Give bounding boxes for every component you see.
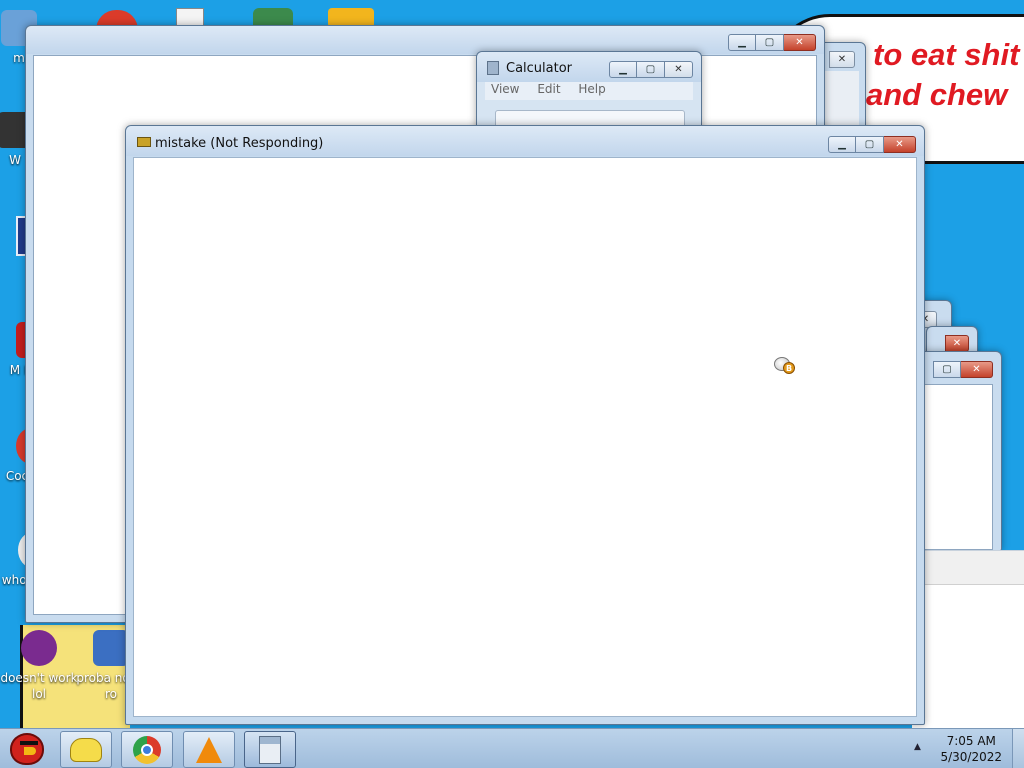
close-button[interactable]: ✕ [829,51,855,68]
mistake-window[interactable]: mistake (Not Responding) ▁ ▢ ✕ [125,125,925,725]
taskbar-folder-button[interactable] [60,731,112,768]
close-button[interactable]: ✕ [784,34,816,51]
folder-chick-icon [70,737,102,762]
window-title: mistake (Not Responding) [155,136,324,151]
desktop-icon-label: doesn't work lol [0,671,78,701]
monitor-settings-icon [93,630,129,666]
window-client-area [921,384,993,550]
close-button[interactable]: ✕ [961,361,993,378]
taskbar-chrome-button[interactable] [121,731,173,768]
maximize-button[interactable]: ▢ [856,136,884,153]
angry-bird-icon [10,733,44,765]
window-title: Calculator [506,61,573,76]
speech-bubble-line1: to eat shit [873,37,1020,72]
panel-toolbar [912,551,1024,585]
taskbar-vlc-button[interactable] [183,731,235,768]
chrome-icon [133,735,161,764]
background-window-stack-3[interactable]: ▢ ✕ [912,351,1002,551]
desktop-icon-label: m [13,51,25,65]
start-button[interactable] [4,729,50,768]
show-desktop-button[interactable] [1012,729,1024,768]
menu-edit[interactable]: Edit [537,82,560,96]
minimize-button[interactable]: ▁ [728,34,756,51]
system-clock[interactable]: 7:05 AM 5/30/2022 [940,733,1002,765]
calculator-menubar: View Edit Help [485,82,693,100]
yahoo-messenger-icon [21,630,57,666]
close-button[interactable]: ✕ [945,335,969,352]
taskbar-calculator-button[interactable] [244,731,296,768]
desktop-icon-yahoo-messenger[interactable]: doesn't work lol [0,630,78,702]
window-titlebar[interactable]: Calculator ▁ ▢ ✕ [477,52,701,82]
calculator-icon [259,735,281,764]
close-button[interactable]: ✕ [665,61,693,78]
window-titlebar[interactable]: ▁ ▢ ✕ [26,26,824,54]
window-client-area [133,157,917,717]
speech-bubble-line2: and chew [866,77,1008,112]
clock-time: 7:05 AM [946,734,996,748]
maximize-button[interactable]: ▢ [637,61,665,78]
minimize-button[interactable]: ▁ [828,136,856,153]
app-icon [137,137,151,147]
minimize-button[interactable]: ▁ [609,61,637,78]
desktop-icon-label: W [9,153,21,167]
taskbar: ▲ 7:05 AM 5/30/2022 [0,728,1024,768]
busy-cursor-icon: B [774,355,796,375]
maximize-button[interactable]: ▢ [756,34,784,51]
tray-show-hidden-icons[interactable]: ▲ [914,742,921,752]
vlc-icon [196,736,222,763]
background-white-panel [912,550,1024,728]
close-button[interactable]: ✕ [884,136,916,153]
calculator-icon [487,61,499,75]
maximize-button[interactable]: ▢ [933,361,961,378]
clock-date: 5/30/2022 [940,750,1002,764]
menu-help[interactable]: Help [578,82,605,96]
menu-view[interactable]: View [491,82,519,96]
window-titlebar[interactable]: mistake (Not Responding) ▁ ▢ ✕ [126,126,924,156]
